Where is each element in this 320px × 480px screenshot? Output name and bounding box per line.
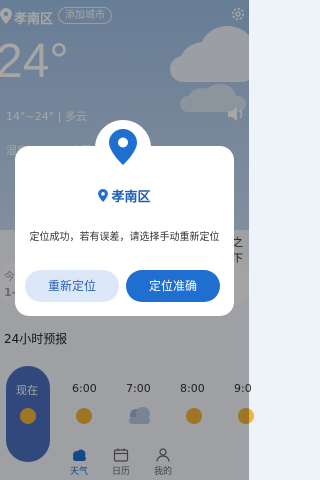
relocate-button[interactable]: 重新定位 — [25, 270, 119, 302]
dialog-message: 定位成功，若有误差，请选择手动重新定位 — [29, 232, 220, 243]
dialog-title-text: 孝南区 — [111, 190, 151, 205]
location-pin-icon — [109, 129, 137, 165]
confirm-location-button[interactable]: 定位准确 — [126, 270, 220, 302]
location-pin-icon — [98, 189, 109, 202]
dialog-title: 孝南区 — [15, 186, 234, 205]
dialog-badge — [95, 120, 151, 176]
